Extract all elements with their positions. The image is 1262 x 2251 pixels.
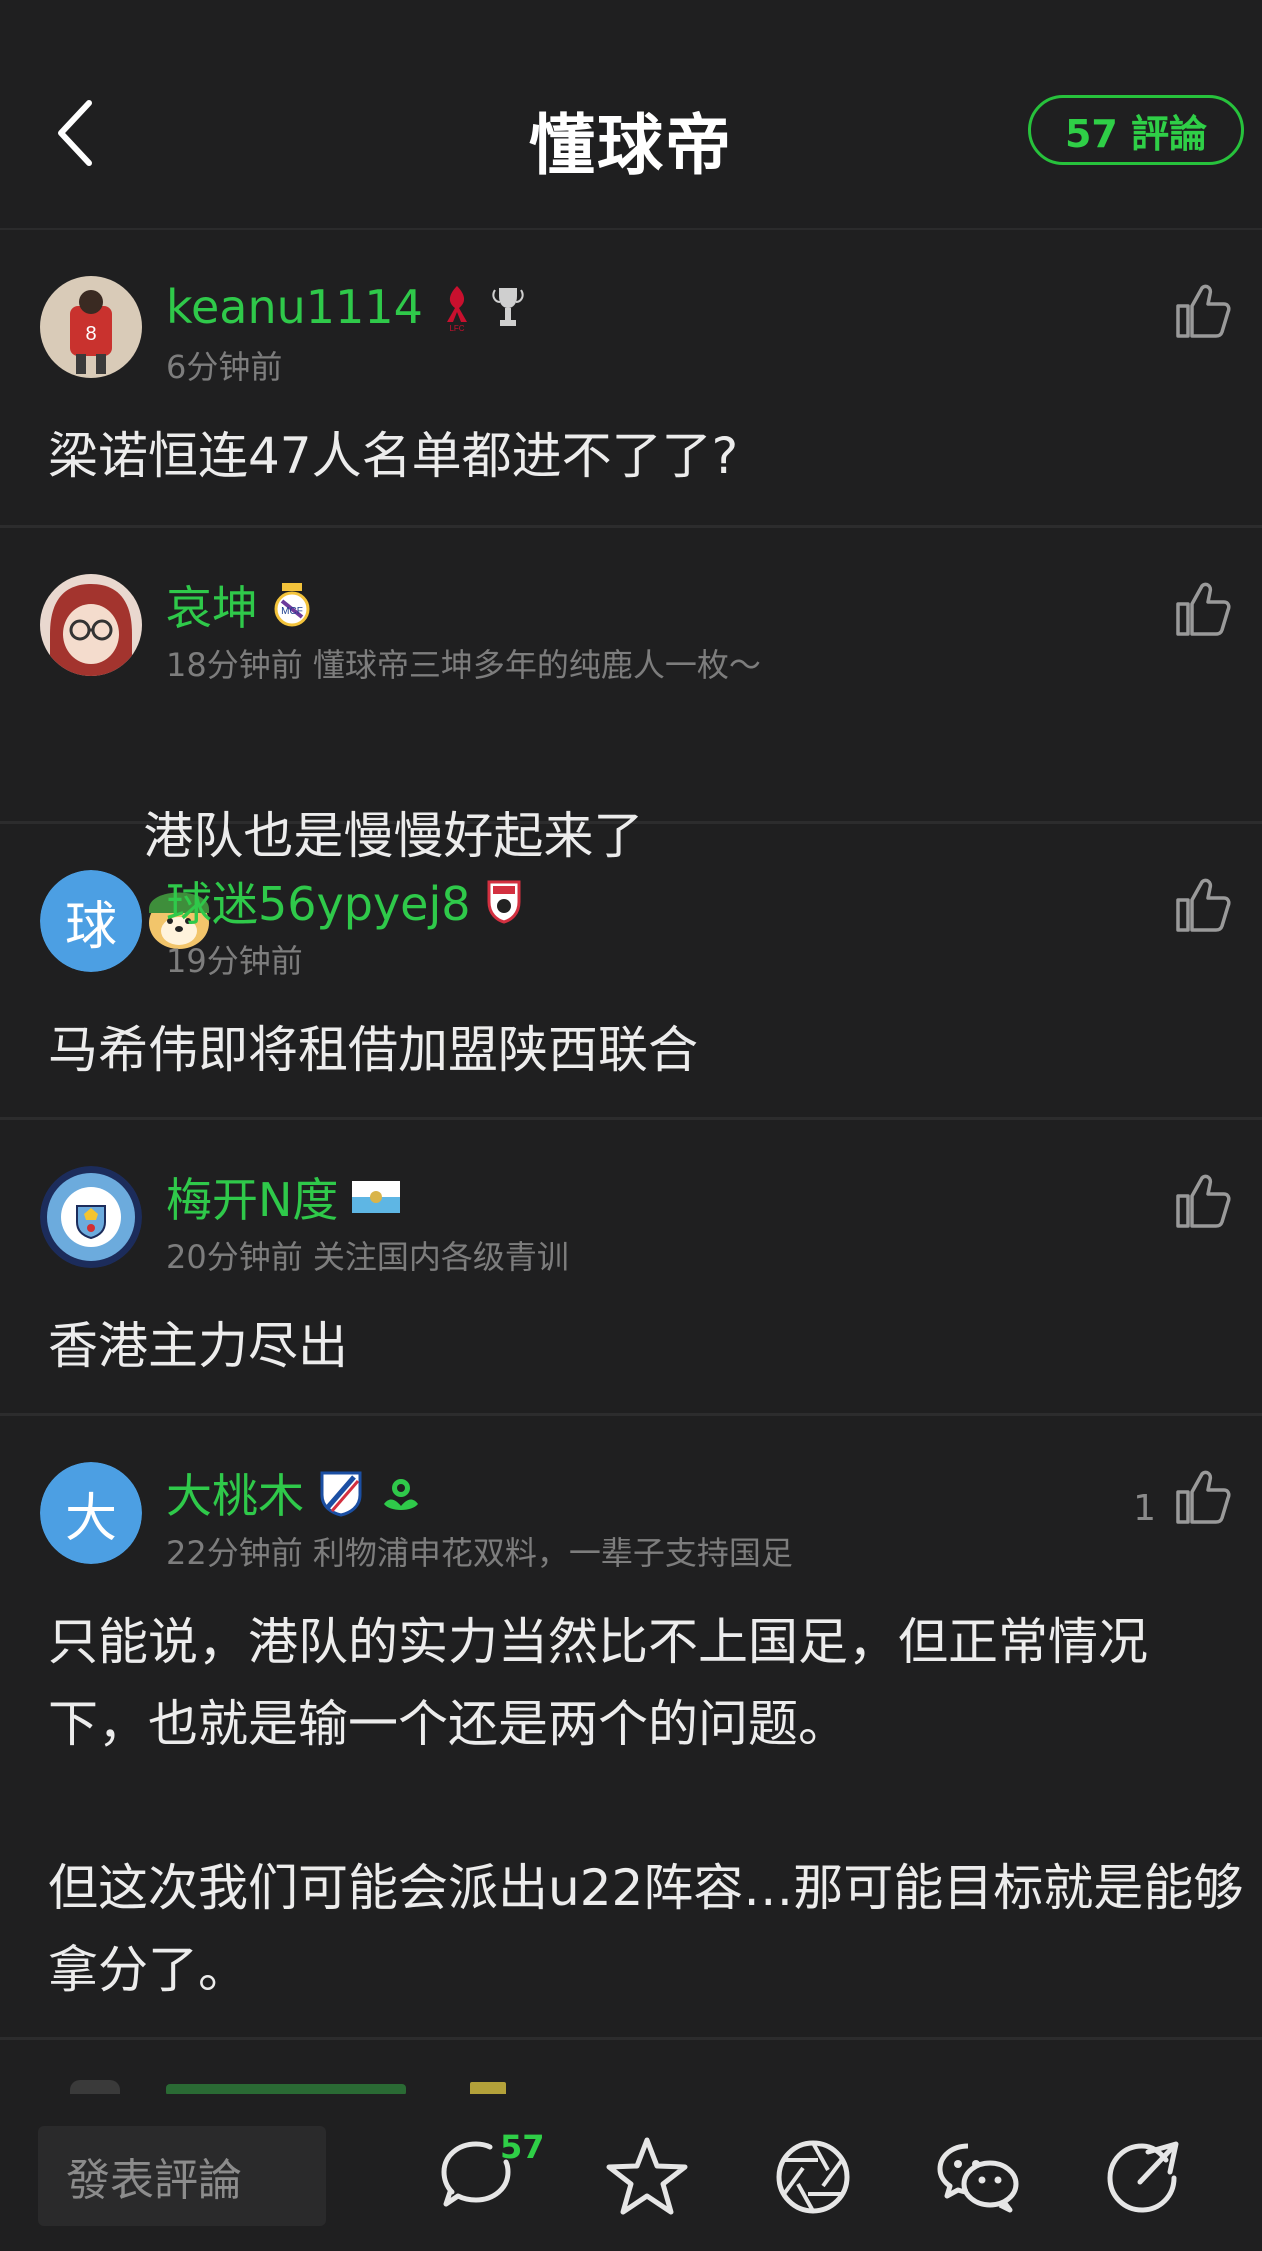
- shenhua-badge-icon: [320, 1471, 362, 1517]
- avatar[interactable]: 大: [40, 1462, 142, 1564]
- user-bio: 懂球帝三坤多年的纯鹿人一枚～: [312, 646, 761, 684]
- avatar-letter: 大: [40, 1462, 142, 1564]
- username[interactable]: 球迷56ypyej8: [166, 868, 471, 934]
- username-row: 球迷56ypyej8: [166, 870, 523, 932]
- username[interactable]: keanu1114: [166, 280, 423, 334]
- avatar[interactable]: [40, 1166, 142, 1268]
- san-marino-flag-icon: [352, 1181, 401, 1213]
- comment-meta: 20分钟前 关注国内各级青训: [166, 1232, 569, 1278]
- trophy-icon: [492, 288, 524, 326]
- svg-text:LFC: LFC: [449, 324, 464, 332]
- username[interactable]: 大桃木: [166, 1460, 304, 1526]
- thumbs-up-icon[interactable]: [1172, 874, 1234, 936]
- badge-partial: [470, 2082, 506, 2094]
- comment-input[interactable]: 發表評論: [38, 2126, 326, 2226]
- share-icon[interactable]: [1100, 2132, 1190, 2222]
- comment-time: 18分钟前: [166, 646, 303, 684]
- comment-item: 哀坤 MCF 18分钟前 懂球帝三坤多年的纯鹿人一枚～ 港队也是慢慢好起来了: [0, 528, 1262, 949]
- thumbs-up-icon[interactable]: [1172, 280, 1234, 342]
- bottom-action-bar: 發表評論 57: [0, 2094, 1262, 2251]
- comment-item: 8 keanu1114 LFC 6分钟前 梁诺恒连47人名单都进不了了?: [0, 230, 1262, 528]
- comment-count-badge: 57: [500, 2128, 545, 2166]
- username-partial: [166, 2084, 406, 2094]
- comment-item: 大 大桃木 22分钟前 利物浦申花双料，一辈子支持国足 1 只能说，港队的实力当…: [0, 1416, 1262, 2040]
- star-icon[interactable]: [602, 2132, 692, 2222]
- wechat-icon[interactable]: [934, 2132, 1024, 2222]
- avatar[interactable]: 8: [40, 276, 142, 378]
- avatar[interactable]: 球: [40, 870, 142, 972]
- comment-text: 香港主力尽出: [48, 1317, 348, 1375]
- next-comment-partial: [0, 2040, 1262, 2094]
- comment-text: 梁诺恒连47人名单都进不了了?: [48, 427, 739, 485]
- svg-text:MCF: MCF: [281, 606, 303, 617]
- comment-meta: 18分钟前 懂球帝三坤多年的纯鹿人一枚～: [166, 640, 761, 686]
- like-count: 1: [1133, 1488, 1156, 1529]
- anime-avatar-icon: [40, 574, 142, 676]
- fan-badge-icon: [384, 1479, 418, 1510]
- comment-time: 20分钟前: [166, 1238, 303, 1276]
- thumbs-up-icon[interactable]: [1172, 1466, 1234, 1528]
- real-madrid-badge-icon: MCF: [274, 583, 310, 627]
- comment-time: 6分钟前: [166, 348, 283, 386]
- comment-text: 只能说，港队的实力当然比不上国足，但正常情况下，也就是输一个还是两个的问题。 但…: [48, 1613, 1244, 1999]
- aperture-icon[interactable]: [768, 2132, 858, 2222]
- top-bar: 懂球帝 57 評論: [0, 0, 1262, 230]
- comment-item: 梅开N度 20分钟前 关注国内各级青训 香港主力尽出: [0, 1120, 1262, 1416]
- comment-text: 马希伟即将租借加盟陕西联合: [48, 1021, 698, 1079]
- user-bio: 利物浦申花双料，一辈子支持国足: [312, 1534, 793, 1572]
- username-row: 大桃木: [166, 1462, 424, 1524]
- user-photo-avatar-icon: 8: [40, 276, 142, 378]
- club-badge-icon: [487, 880, 521, 924]
- username-row: 梅开N度: [166, 1164, 401, 1230]
- username-row: keanu1114 LFC: [166, 276, 525, 338]
- comment-time: 19分钟前: [166, 942, 303, 980]
- comments-count-button[interactable]: 57 評論: [1028, 95, 1244, 165]
- svg-text:8: 8: [85, 323, 96, 345]
- username[interactable]: 梅开N度: [166, 1164, 338, 1230]
- liverpool-badge-icon: LFC: [446, 286, 467, 332]
- thumbs-up-icon[interactable]: [1172, 1170, 1234, 1232]
- thumbs-up-icon[interactable]: [1172, 578, 1234, 640]
- avatar-partial: [70, 2080, 120, 2094]
- username-row: 哀坤 MCF: [166, 574, 312, 636]
- comment-time: 22分钟前: [166, 1534, 303, 1572]
- comments-page: 懂球帝 57 評論 8 keanu1114 LFC 6分钟前 梁诺恒连47人名单…: [0, 0, 1262, 2251]
- comment-item: 球 球迷56ypyej8 19分钟前 马希伟即将租借加盟陕西联合: [0, 824, 1262, 1120]
- avatar[interactable]: [40, 574, 142, 676]
- avatar-letter: 球: [40, 870, 142, 972]
- username[interactable]: 哀坤: [166, 572, 258, 638]
- manchester-city-badge-icon: [40, 1166, 142, 1268]
- comment-meta: 19分钟前: [166, 936, 303, 982]
- comment-meta: 6分钟前: [166, 342, 282, 388]
- comment-meta: 22分钟前 利物浦申花双料，一辈子支持国足: [166, 1528, 793, 1574]
- user-bio: 关注国内各级青训: [312, 1238, 569, 1276]
